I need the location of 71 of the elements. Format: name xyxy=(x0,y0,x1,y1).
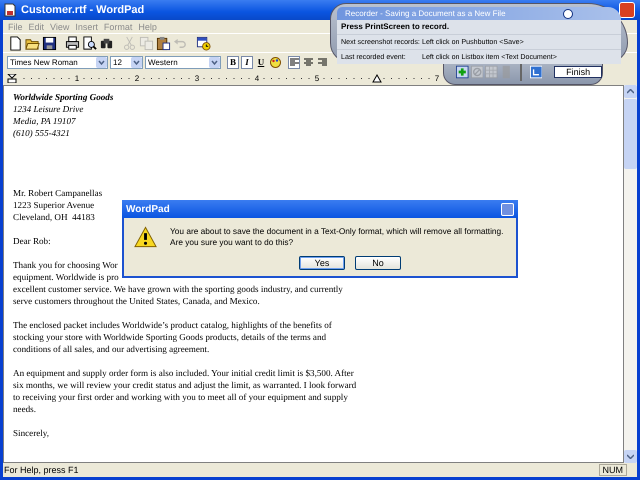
ruler-number: 1 xyxy=(74,74,80,82)
printer-icon xyxy=(64,36,80,50)
size-dropdown[interactable]: 12 xyxy=(110,56,143,68)
toolbar-button[interactable] xyxy=(64,35,80,51)
scroll-up-button[interactable] xyxy=(624,85,637,98)
scissors-icon xyxy=(122,36,136,50)
text-line: excellent customer service. We have grown with the sporting goods industry, and currently xyxy=(13,283,343,295)
align-center-icon xyxy=(304,58,312,66)
clipboard-icon xyxy=(156,36,170,50)
address-line: Media, PA 19107 xyxy=(13,115,76,127)
align-left-icon xyxy=(290,58,298,66)
document-icon xyxy=(3,3,17,17)
page-magnifier-icon xyxy=(82,36,96,50)
ruler-number: 2 xyxy=(134,74,140,82)
finish-button[interactable]: Finish xyxy=(554,66,602,78)
toolbar-button[interactable] xyxy=(81,35,97,51)
palette-icon[interactable] xyxy=(269,56,282,68)
address-line: Mr. Robert Campanellas xyxy=(13,187,102,199)
record-icon[interactable] xyxy=(563,8,573,18)
style-button[interactable]: B xyxy=(227,56,239,68)
salutation: Dear Rob: xyxy=(13,235,51,247)
text-line: stocking your store with Worldwide Sporting Goods products, details of the terms and xyxy=(13,331,326,343)
recorder-title: Recorder - Saving a Document as a New File xyxy=(345,9,506,18)
dialog-button[interactable]: Yes xyxy=(299,256,345,270)
script-dropdown[interactable]: Western xyxy=(145,56,221,68)
dialog-button[interactable]: No xyxy=(355,256,401,270)
window-title: Customer.rtf - WordPad xyxy=(21,4,144,16)
num-lock-indicator: NUM xyxy=(598,464,627,476)
scrollbar[interactable] xyxy=(624,85,637,463)
indent-marker-icon[interactable] xyxy=(7,74,17,82)
close-button[interactable] xyxy=(619,2,635,18)
text-line: An equipment and supply order form is also included. Your initial credit limit is $3,500. After xyxy=(13,367,354,379)
font-dropdown[interactable]: Times New Roman xyxy=(7,56,108,68)
scroll-down-button[interactable] xyxy=(624,450,637,463)
style-button[interactable]: U xyxy=(255,56,267,68)
text-line: The enclosed packet includes Worldwide’s product catalog, highlights of the benefits of xyxy=(13,319,332,331)
address-line: Cleveland, OH 44183 xyxy=(13,211,95,223)
text-line: to receiving your first order and working with you to meet all of your equipment and supply xyxy=(13,391,348,403)
closing: Sincerely, xyxy=(13,427,50,439)
close-button[interactable] xyxy=(501,202,514,216)
text-line: equipment. Worldwide is pro xyxy=(13,271,119,283)
toolbar-button[interactable] xyxy=(155,35,171,51)
status-text: For Help, press F1 xyxy=(4,465,80,475)
scroll-thumb[interactable] xyxy=(624,99,637,169)
text-line: serve customers throughout the United States, Canada, and Mexico. xyxy=(13,295,260,307)
toolbar-button[interactable] xyxy=(41,35,57,51)
align-button[interactable] xyxy=(288,56,300,68)
dialog-message: You are about to save the document in a Text-Only format, which will remove all formatting. Are you sure you want to do this? xyxy=(170,226,504,248)
company-name: Worldwide Sporting Goods xyxy=(13,91,114,103)
text-line: conditions of all sales, and our advertising agreement. xyxy=(13,343,210,355)
align-button[interactable] xyxy=(316,56,328,68)
text-line: six months, we will review your credit status and adjust the limit, as warranted. I look forward xyxy=(13,379,356,391)
text-line: Thank you for choosing Wor xyxy=(13,259,118,271)
ruler-number: 5 xyxy=(314,74,320,82)
toolbar-button[interactable] xyxy=(195,35,211,51)
address-line: (610) 555-4321 xyxy=(13,127,70,139)
recorder-instruction: Press PrintScreen to record. xyxy=(337,20,621,34)
text-line: needs. xyxy=(13,403,36,415)
two-pages-icon xyxy=(138,36,154,50)
ruler-number: 7 xyxy=(434,74,440,82)
dialog-title: WordPad xyxy=(126,204,170,214)
indent-marker-icon[interactable] xyxy=(372,74,382,82)
align-right-icon xyxy=(318,58,326,66)
ruler-number: 4 xyxy=(254,74,260,82)
ruler-number: 3 xyxy=(194,74,200,82)
address-line: 1223 Superior Avenue xyxy=(13,199,94,211)
align-button[interactable] xyxy=(302,56,314,68)
address-line: 1234 Leisure Drive xyxy=(13,103,84,115)
plus-icon[interactable] xyxy=(456,65,469,79)
style-button[interactable]: I xyxy=(241,56,253,68)
warning-icon xyxy=(134,226,158,248)
